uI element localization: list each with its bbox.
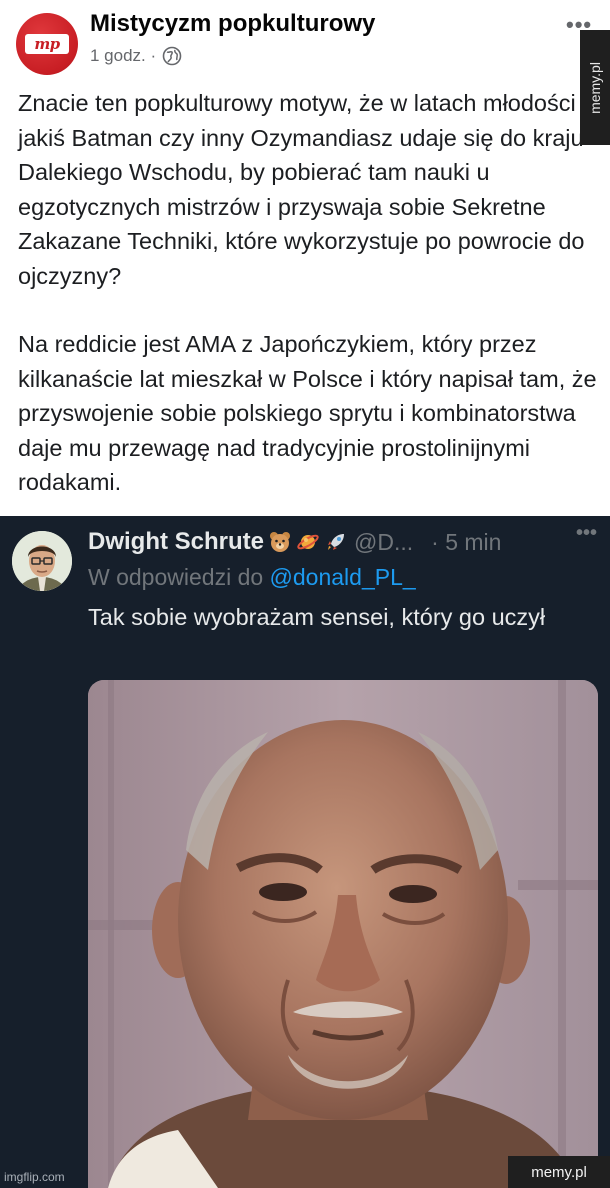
reply-context: W odpowiedzi do @donald_PL_ (88, 564, 416, 591)
reply-handle-link[interactable]: @donald_PL_ (270, 564, 416, 590)
rocket-icon (328, 534, 345, 550)
post-paragraph: Znacie ten popkulturowy motyw, że w lata… (18, 90, 585, 289)
bear-icon (270, 532, 291, 552)
post-body: Znacie ten popkulturowy motyw, że w lata… (18, 86, 598, 500)
user-handle[interactable]: @D... (354, 529, 413, 556)
post-meta: 1 godz. · (90, 46, 182, 66)
tweet-options-icon[interactable]: ••• (576, 523, 597, 543)
memy-bottom-watermark: memy.pl (508, 1156, 610, 1188)
facebook-post: mp Mistycyzm popkulturowy 1 godz. · ••• … (0, 0, 610, 516)
post-timestamp[interactable]: 1 godz. · (90, 46, 156, 66)
user-avatar[interactable] (12, 531, 72, 591)
old-man-photo (88, 680, 598, 1188)
page-logo-text: mp (25, 34, 69, 54)
side-watermark-text: memy.pl (587, 61, 604, 114)
globe-icon (162, 46, 182, 66)
tweet-photo[interactable] (88, 680, 598, 1188)
reply-tweet: Dwight Schrute @D... · 5 min ••• W odpow… (0, 516, 610, 1188)
page-name[interactable]: Mistycyzm popkulturowy (90, 10, 375, 38)
tweet-text: Tak sobie wyobrażam sensei, który go ucz… (88, 604, 546, 630)
planet-icon (297, 534, 319, 550)
tweet-time[interactable]: · 5 min (431, 529, 501, 556)
page-avatar[interactable]: mp (16, 13, 78, 75)
tweet-header: Dwight Schrute @D... · 5 min (88, 528, 501, 556)
post-paragraph: Na reddicie jest AMA z Japończykiem, któ… (18, 331, 597, 495)
user-avatar-portrait (12, 531, 72, 591)
reply-prefix: W odpowiedzi do (88, 564, 270, 590)
imgflip-watermark: imgflip.com (4, 1170, 65, 1184)
memy-side-watermark: memy.pl (580, 30, 610, 145)
display-name[interactable]: Dwight Schrute (88, 528, 264, 556)
